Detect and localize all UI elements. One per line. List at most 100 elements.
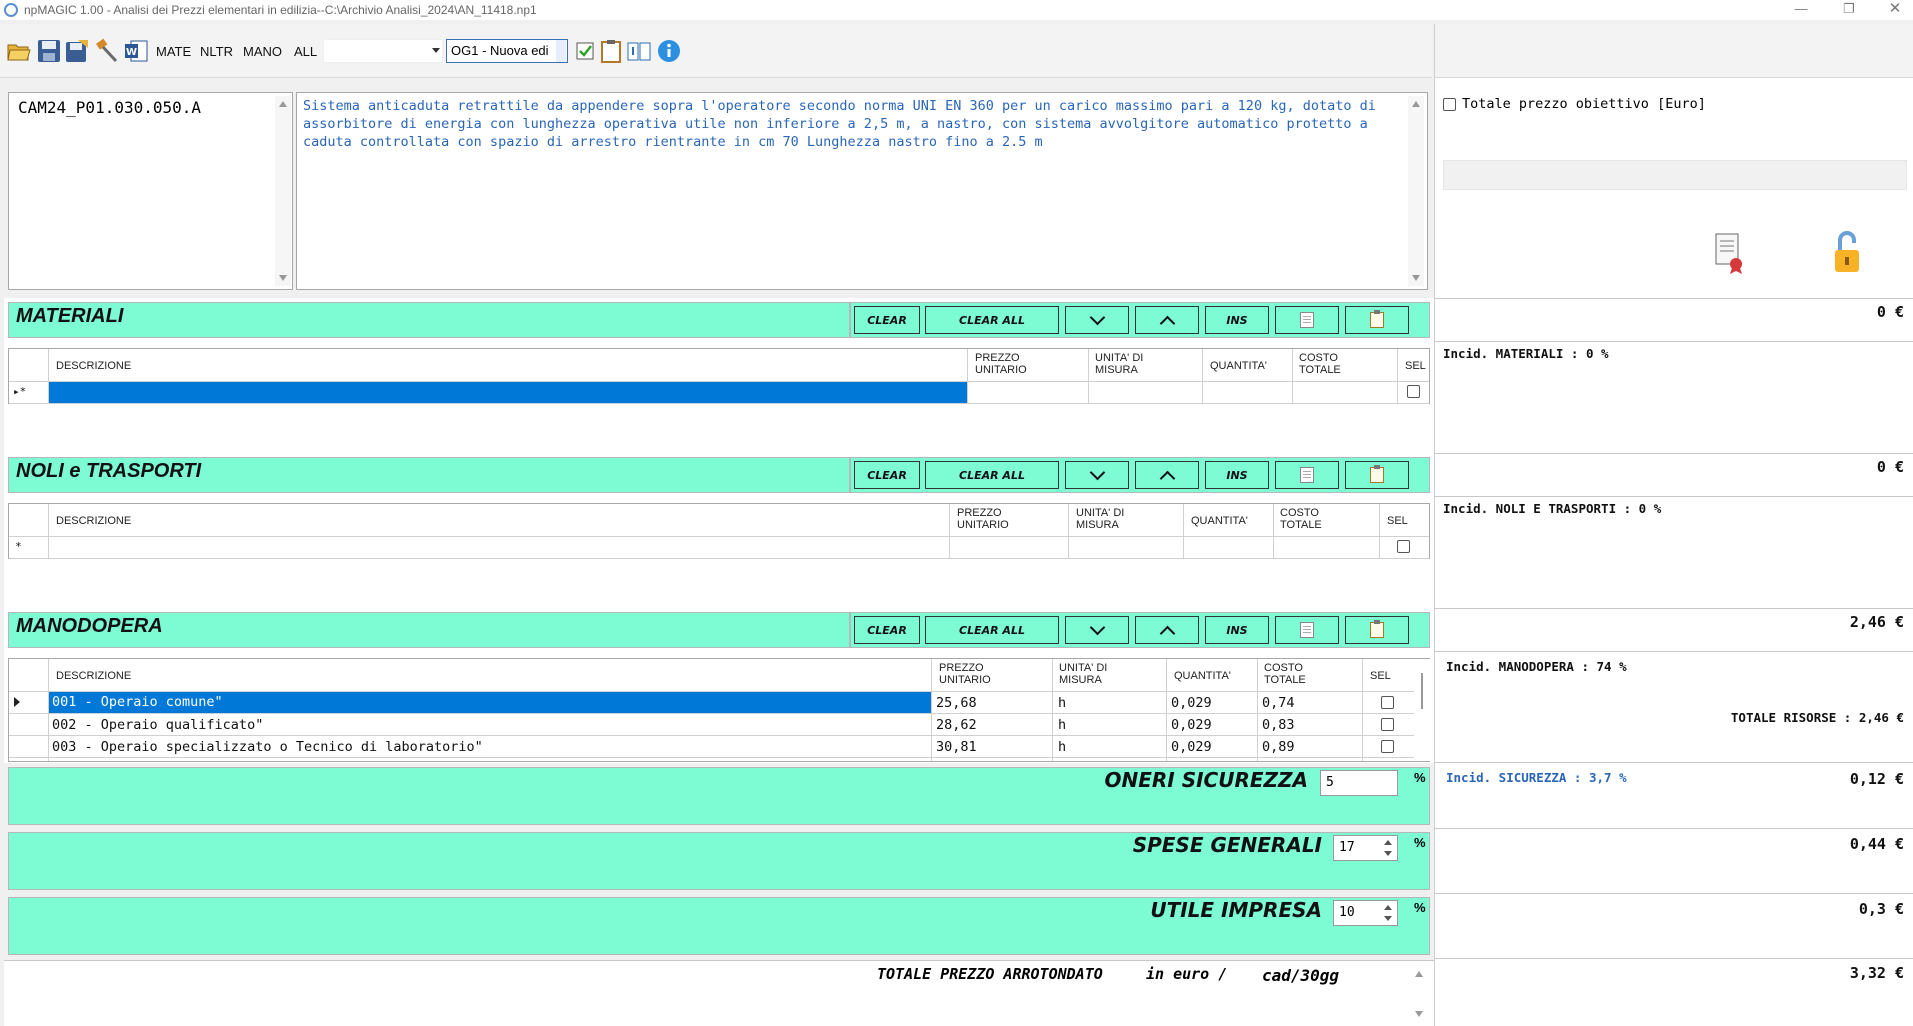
- table-row-sel-checkbox[interactable]: [1381, 740, 1394, 753]
- materiali-paste-button[interactable]: [1345, 306, 1409, 334]
- materiali-col-cost[interactable]: COSTO TOTALE: [1299, 352, 1341, 376]
- totale-prezzo: 3,32 €: [1849, 964, 1904, 982]
- noli-clear-all-button[interactable]: CLEAR ALL: [925, 461, 1059, 489]
- oneri-sicurezza-input[interactable]: 5: [1320, 770, 1398, 796]
- target-price-input[interactable]: [1443, 160, 1907, 190]
- manodopera-ins-button[interactable]: INS: [1205, 616, 1269, 644]
- manodopera-copy-button[interactable]: [1275, 616, 1339, 644]
- table-row-unit[interactable]: h: [1058, 695, 1066, 711]
- table-row-desc[interactable]: 001 - Operaio comune": [52, 694, 223, 710]
- materiali-ins-button[interactable]: INS: [1205, 306, 1269, 334]
- certificate-icon[interactable]: [1712, 232, 1746, 274]
- spinner-arrows-icon[interactable]: [1381, 903, 1395, 923]
- noli-col-sel[interactable]: SEL: [1387, 515, 1408, 527]
- table-row-qty[interactable]: 0,029: [1171, 695, 1212, 711]
- noli-col-unit[interactable]: UNITA' DI MISURA: [1076, 507, 1124, 531]
- spinner-arrows-icon[interactable]: [1381, 838, 1395, 858]
- materiali-col-unit[interactable]: UNITA' DI MISURA: [1095, 352, 1143, 376]
- tools-icon[interactable]: [94, 38, 120, 64]
- close-button[interactable]: ✕: [1872, 0, 1913, 20]
- materiali-new-row-sel-checkbox[interactable]: [1407, 385, 1420, 398]
- table-row-cost[interactable]: 0,74: [1262, 695, 1295, 711]
- materiali-move-down-button[interactable]: [1065, 306, 1129, 334]
- target-price-checkbox[interactable]: [1443, 98, 1456, 111]
- manodopera-col-sel[interactable]: SEL: [1370, 670, 1391, 682]
- table-row-cost[interactable]: 0,89: [1262, 739, 1295, 755]
- clipboard-icon[interactable]: [598, 38, 624, 64]
- spese-generali-input[interactable]: 17: [1333, 835, 1398, 861]
- table-row-price[interactable]: 25,68: [936, 695, 977, 711]
- manodopera-paste-button[interactable]: [1345, 616, 1409, 644]
- mano-filter-button[interactable]: MANO: [243, 44, 282, 59]
- manodopera-col-unit[interactable]: UNITA' DI MISURA: [1059, 662, 1107, 686]
- table-row-cost[interactable]: 0,83: [1262, 717, 1295, 733]
- noli-col-qty[interactable]: QUANTITA': [1191, 515, 1248, 527]
- materiali-new-row-desc[interactable]: [49, 382, 967, 403]
- all-filter-button[interactable]: ALL: [294, 44, 317, 59]
- materiali-col-sel[interactable]: SEL: [1405, 360, 1426, 372]
- restore-button[interactable]: ❐: [1826, 0, 1872, 20]
- info-icon[interactable]: [656, 38, 682, 64]
- materiali-col-price[interactable]: PREZZO UNITARIO: [975, 352, 1027, 376]
- noli-ins-button[interactable]: INS: [1205, 461, 1269, 489]
- target-price-label: Totale prezzo obiettivo [Euro]: [1462, 96, 1706, 112]
- table-row-sel-checkbox[interactable]: [1381, 696, 1394, 709]
- table-row-desc[interactable]: 003 - Operaio specializzato o Tecnico di…: [52, 739, 483, 755]
- materiali-col-desc[interactable]: DESCRIZIONE: [56, 360, 131, 372]
- utile-impresa-input[interactable]: 10: [1333, 900, 1398, 926]
- article-code-panel[interactable]: [8, 92, 293, 290]
- filter-combobox[interactable]: [323, 39, 443, 63]
- materiali-col-qty[interactable]: QUANTITA': [1210, 360, 1267, 372]
- noli-col-price[interactable]: PREZZO UNITARIO: [957, 507, 1009, 531]
- noli-title: NOLI e TRASPORTI: [16, 460, 202, 482]
- table-row-qty[interactable]: 0,029: [1171, 717, 1212, 733]
- code-scrollbar[interactable]: [275, 96, 291, 286]
- totale-unit-scrollbar[interactable]: [1411, 966, 1427, 1022]
- table-row-sel-checkbox[interactable]: [1381, 718, 1394, 731]
- mate-filter-button[interactable]: MATE: [156, 44, 191, 59]
- materiali-move-up-button[interactable]: [1135, 306, 1199, 334]
- noli-move-down-button[interactable]: [1065, 461, 1129, 489]
- manodopera-col-price[interactable]: PREZZO UNITARIO: [939, 662, 991, 686]
- save-as-icon[interactable]: [64, 38, 90, 64]
- manodopera-col-cost[interactable]: COSTO TOTALE: [1264, 662, 1306, 686]
- check-icon[interactable]: [572, 38, 598, 64]
- table-row-unit[interactable]: h: [1058, 717, 1066, 733]
- materiali-clear-all-button[interactable]: CLEAR ALL: [925, 306, 1059, 334]
- materiali-clear-button[interactable]: CLEAR: [854, 306, 920, 334]
- nltr-filter-button[interactable]: NLTR: [200, 44, 233, 59]
- open-folder-icon[interactable]: [6, 38, 32, 64]
- category-combobox-value: OG1 - Nuova edi: [451, 43, 549, 58]
- minimize-button[interactable]: —: [1778, 0, 1824, 20]
- noli-move-up-button[interactable]: [1135, 461, 1199, 489]
- category-dropdown-button[interactable]: [556, 40, 566, 62]
- noli-grid[interactable]: [8, 503, 1430, 559]
- category-combobox[interactable]: OG1 - Nuova edi: [446, 39, 568, 63]
- manodopera-move-down-button[interactable]: [1065, 616, 1129, 644]
- utile-impresa-pct: %: [1414, 900, 1426, 915]
- manodopera-col-desc[interactable]: DESCRIZIONE: [56, 670, 131, 682]
- manodopera-grid-scrollbar[interactable]: [1414, 659, 1430, 761]
- manodopera-clear-button[interactable]: CLEAR: [854, 616, 920, 644]
- noli-clear-button[interactable]: CLEAR: [854, 461, 920, 489]
- save-icon[interactable]: [36, 38, 62, 64]
- noli-copy-button[interactable]: [1275, 461, 1339, 489]
- table-row-unit[interactable]: h: [1058, 739, 1066, 755]
- table-row-price[interactable]: 28,62: [936, 717, 977, 733]
- noli-col-cost[interactable]: COSTO TOTALE: [1280, 507, 1322, 531]
- totale-unit-of-measure[interactable]: cad/30gg: [1262, 966, 1339, 985]
- manual-book-icon[interactable]: [626, 38, 652, 64]
- table-row-qty[interactable]: 0,029: [1171, 739, 1212, 755]
- description-scrollbar[interactable]: [1408, 96, 1424, 286]
- noli-paste-button[interactable]: [1345, 461, 1409, 489]
- noli-col-desc[interactable]: DESCRIZIONE: [56, 515, 131, 527]
- unlock-icon[interactable]: [1832, 230, 1862, 276]
- noli-new-row-sel-checkbox[interactable]: [1397, 540, 1410, 553]
- word-export-icon[interactable]: W: [123, 38, 149, 64]
- table-row-price[interactable]: 30,81: [936, 739, 977, 755]
- materiali-copy-button[interactable]: [1275, 306, 1339, 334]
- manodopera-col-qty[interactable]: QUANTITA': [1174, 670, 1231, 682]
- manodopera-clear-all-button[interactable]: CLEAR ALL: [925, 616, 1059, 644]
- table-row-desc[interactable]: 002 - Operaio qualificato": [52, 717, 263, 733]
- manodopera-move-up-button[interactable]: [1135, 616, 1199, 644]
